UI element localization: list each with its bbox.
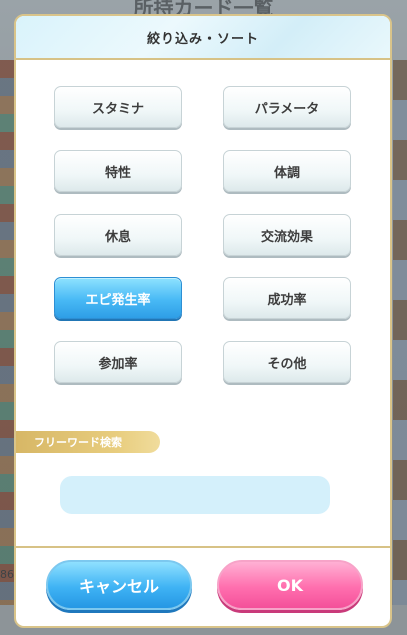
cancel-button[interactable]: キャンセル [46,560,192,610]
background-card-strip-right [393,60,407,620]
freeword-search-input[interactable] [60,476,330,514]
ok-button[interactable]: OK [217,560,363,610]
freeword-search-label: フリーワード検索 [16,431,160,453]
footer-divider [16,546,390,548]
filter-interaction-effect-button[interactable]: 交流効果 [223,214,351,256]
filter-sort-dialog: 絞り込み・ソート スタミナ パラメータ 特性 体調 休息 交流効果 エピ発生率 … [14,14,392,628]
filter-parameter-button[interactable]: パラメータ [223,86,351,128]
dialog-title: 絞り込み・ソート [146,31,259,47]
dialog-header: 絞り込み・ソート [16,16,390,58]
filter-rest-button[interactable]: 休息 [54,214,182,256]
header-divider [16,58,390,60]
filter-episode-rate-button[interactable]: エピ発生率 [54,277,182,319]
filter-other-button[interactable]: その他 [223,341,351,383]
filter-trait-button[interactable]: 特性 [54,150,182,192]
filter-success-rate-button[interactable]: 成功率 [223,277,351,319]
filter-condition-button[interactable]: 体調 [223,150,351,192]
filter-stamina-button[interactable]: スタミナ [54,86,182,128]
filter-participation-rate-button[interactable]: 参加率 [54,341,182,383]
